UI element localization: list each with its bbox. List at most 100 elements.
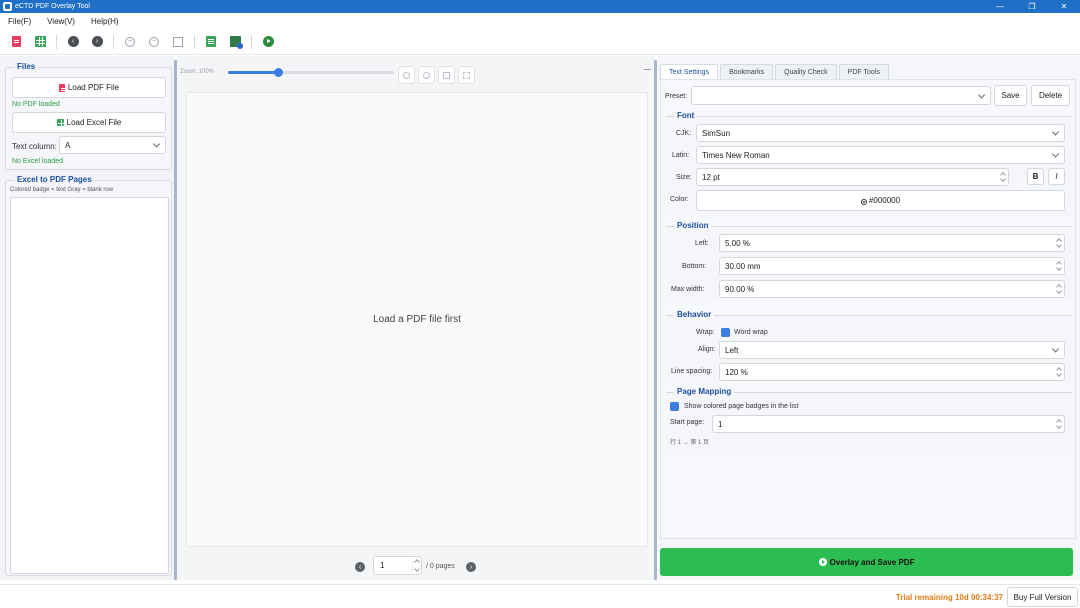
tab-bookmarks[interactable]: Bookmarks: [720, 64, 774, 79]
font-size-spin-arrows[interactable]: [998, 170, 1007, 184]
tab-quality-check[interactable]: Quality Check: [775, 64, 837, 79]
preset-save-button[interactable]: Save: [994, 85, 1027, 106]
menu-file[interactable]: File(F): [0, 17, 39, 26]
left-offset-spin-arrows[interactable]: [1054, 236, 1063, 250]
pager-next-button[interactable]: ›: [466, 562, 476, 572]
tab-pdf-tools[interactable]: PDF Tools: [838, 64, 889, 79]
zoom-slider-thumb[interactable]: [273, 68, 283, 77]
viewer-fit-button[interactable]: [438, 66, 455, 84]
buy-full-version-button[interactable]: Buy Full Version: [1007, 587, 1078, 607]
max-width-spin-arrows[interactable]: [1054, 282, 1063, 296]
menu-help[interactable]: Help(H): [83, 17, 127, 26]
cjk-font-select[interactable]: SimSun: [696, 124, 1065, 142]
preset-select[interactable]: [691, 86, 991, 105]
position-section-title: Position: [674, 221, 712, 230]
text-column-label: Text column:: [12, 142, 57, 151]
italic-button[interactable]: I: [1048, 168, 1065, 185]
viewer-zoom-in-button[interactable]: [398, 66, 415, 84]
page-spin-arrows[interactable]: [412, 558, 420, 573]
line-spacing-label: Line spacing:: [671, 368, 713, 375]
mapping-hint: Colored badge = text Gray = blank row: [10, 187, 114, 193]
close-button[interactable]: ✕: [1048, 0, 1080, 13]
previous-page-button[interactable]: ‹: [63, 32, 83, 52]
pager: ‹ 1 / 0 pages ›: [177, 556, 655, 576]
toolbar-separator: [56, 34, 57, 49]
behavior-section-title: Behavior: [674, 310, 715, 319]
menu-bar: File(F) View(V) Help(H): [0, 13, 1080, 29]
latin-label: Latin:: [672, 152, 690, 159]
zoom-slider-fill: [228, 71, 278, 74]
font-section-title: Font: [674, 111, 698, 120]
latin-font-value: Times New Roman: [702, 150, 770, 160]
load-excel-button[interactable]: Load Excel File: [12, 112, 166, 133]
quality-check-toolbar-button[interactable]: [225, 32, 245, 52]
mapping-group-title: Excel to PDF Pages: [14, 175, 95, 184]
word-wrap-checkbox[interactable]: [721, 328, 730, 337]
right-splitter-handle[interactable]: [654, 60, 657, 580]
fit-icon: [443, 71, 450, 79]
start-page-input[interactable]: 1: [712, 415, 1065, 433]
left-offset-input[interactable]: 5.00 %: [719, 234, 1065, 252]
zoom-label: Zoom: 100%: [180, 69, 215, 75]
previous-icon: ‹: [358, 563, 362, 571]
color-label: Color:: [670, 196, 689, 203]
preset-delete-button[interactable]: Delete: [1031, 85, 1070, 106]
show-badges-checkbox[interactable]: [670, 402, 679, 411]
mapping-group: Excel to PDF Pages Colored badge = text …: [5, 175, 172, 576]
bottom-label: Bottom:: [682, 263, 707, 270]
bookmarks-toolbar-button[interactable]: [201, 32, 221, 52]
max-width-value: 90.00 %: [725, 284, 755, 294]
overlay-and-save-button[interactable]: Overlay and Save PDF: [660, 548, 1073, 576]
excel-file-icon: [34, 36, 46, 47]
line-spacing-spin-arrows[interactable]: [1054, 365, 1063, 379]
load-pdf-button[interactable]: Load PDF File: [12, 77, 166, 98]
previous-icon: ‹: [67, 36, 79, 47]
pdf-status: No PDF loaded: [12, 101, 60, 108]
pdf-viewer-panel: Zoom: 100% Load a PDF file first ‹ 1 / 0…: [177, 56, 655, 580]
bottom-offset-spin-arrows[interactable]: [1054, 259, 1063, 273]
fullscreen-icon: [463, 71, 470, 79]
viewer-zoom-out-button[interactable]: [418, 66, 435, 84]
load-excel-label: Load Excel File: [66, 118, 122, 127]
chevron-down-icon: [1051, 345, 1060, 353]
align-select[interactable]: Left: [719, 341, 1065, 359]
zoom-in-icon: [403, 71, 410, 79]
page-mapping-list[interactable]: [10, 197, 169, 574]
pdf-canvas[interactable]: Load a PDF file first: [186, 92, 648, 547]
line-spacing-input[interactable]: 120 %: [719, 363, 1065, 381]
bold-button[interactable]: B: [1027, 168, 1044, 185]
maximize-button[interactable]: ❐: [1016, 0, 1048, 13]
overlay-and-save-label: Overlay and Save PDF: [829, 557, 915, 567]
page-number-input[interactable]: 1: [373, 556, 422, 575]
settings-tabs: Text Settings Bookmarks Quality Check PD…: [660, 64, 891, 79]
window-title: eCTD PDF Overlay Tool: [15, 3, 90, 10]
load-excel-toolbar-button[interactable]: [30, 32, 50, 52]
list-icon: [206, 36, 216, 47]
minimize-button[interactable]: —: [984, 0, 1016, 13]
viewer-fullscreen-button[interactable]: [458, 66, 475, 84]
zoom-out-button[interactable]: −: [144, 32, 164, 52]
pager-previous-button[interactable]: ‹: [355, 562, 365, 572]
bottom-offset-input[interactable]: 30.00 mm: [719, 257, 1065, 275]
cjk-font-value: SimSun: [702, 128, 731, 138]
play-icon: [818, 558, 827, 566]
max-width-input[interactable]: 90.00 %: [719, 280, 1065, 298]
color-picker-button[interactable]: #000000: [696, 190, 1065, 211]
font-size-input[interactable]: 12 pt: [696, 168, 1009, 186]
text-column-select[interactable]: A: [59, 136, 166, 154]
next-page-button[interactable]: ›: [87, 32, 107, 52]
run-overlay-toolbar-button[interactable]: [258, 32, 278, 52]
zoom-in-button[interactable]: +: [120, 32, 140, 52]
menu-view[interactable]: View(V): [39, 17, 83, 26]
preset-label: Preset:: [665, 93, 688, 100]
load-pdf-toolbar-button[interactable]: [6, 32, 26, 52]
zoom-slider[interactable]: [228, 68, 394, 77]
viewer-menu-icon[interactable]: [644, 69, 651, 70]
text-column-value: A: [65, 140, 71, 150]
start-page-spin-arrows[interactable]: [1054, 417, 1063, 431]
latin-font-select[interactable]: Times New Roman: [696, 146, 1065, 164]
font-size-value: 12 pt: [702, 172, 720, 182]
tab-text-settings[interactable]: Text Settings: [660, 64, 719, 79]
fit-page-button[interactable]: [168, 32, 188, 52]
left-panel: Files Load PDF File No PDF loaded Load E…: [0, 56, 174, 580]
